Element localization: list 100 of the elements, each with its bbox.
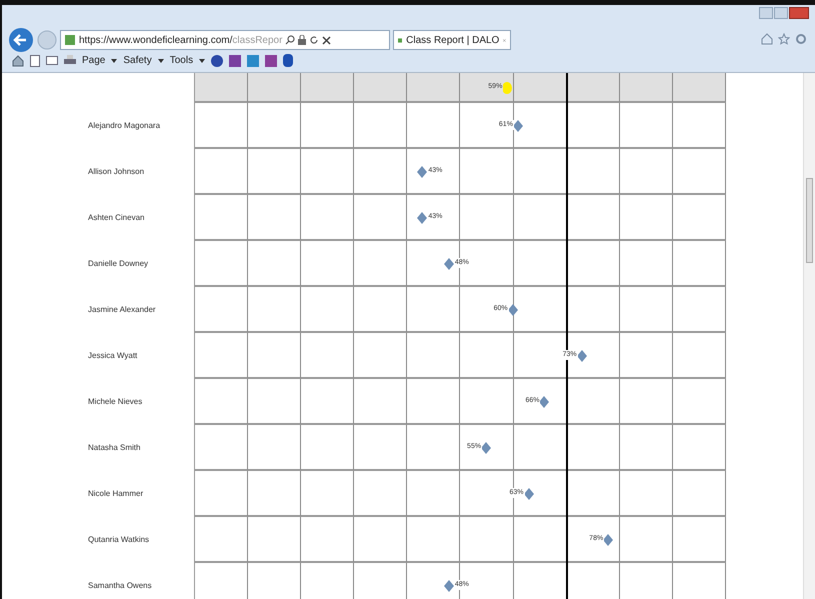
student-name: Ashten Cinevan bbox=[88, 212, 144, 224]
grid-cell bbox=[248, 149, 302, 195]
home-icon[interactable] bbox=[761, 33, 773, 45]
student-name: Nicole Hammer bbox=[88, 488, 144, 500]
grid-cell bbox=[460, 103, 514, 149]
grid-cell bbox=[514, 287, 567, 333]
grid-cell bbox=[301, 471, 354, 517]
grid-cell bbox=[460, 425, 514, 471]
grid-cell bbox=[514, 425, 567, 471]
grid-cell bbox=[248, 333, 302, 379]
grid-cell bbox=[248, 103, 302, 149]
grid-cell bbox=[354, 517, 408, 563]
grid-cell bbox=[620, 195, 673, 241]
header-cell bbox=[514, 73, 567, 103]
grid-cell bbox=[407, 517, 460, 563]
grid-cell bbox=[301, 333, 354, 379]
stop-icon[interactable] bbox=[322, 36, 332, 44]
grid-cell bbox=[620, 287, 673, 333]
grid-cell bbox=[354, 471, 408, 517]
student-name: Michele Nieves bbox=[88, 396, 142, 408]
grid-cell bbox=[301, 517, 354, 563]
header-cell bbox=[354, 73, 408, 103]
grid-cell bbox=[354, 425, 408, 471]
address-field[interactable]: https://www.wondeficlearning.com/classRepor bbox=[60, 30, 390, 50]
grid-cell bbox=[672, 287, 726, 333]
grid-cell bbox=[194, 241, 248, 287]
student-name: Qutanria Watkins bbox=[88, 534, 150, 546]
grid-cell bbox=[407, 425, 460, 471]
grid-cell bbox=[354, 241, 408, 287]
grid-cell bbox=[566, 149, 620, 195]
search-icon[interactable] bbox=[285, 35, 296, 45]
home-icon[interactable] bbox=[12, 54, 24, 66]
grid-cell bbox=[354, 103, 408, 149]
student-name: Jessica Wyatt bbox=[88, 350, 138, 362]
grid-cell bbox=[460, 517, 514, 563]
star-icon[interactable] bbox=[778, 33, 790, 45]
grid-cell bbox=[354, 149, 408, 195]
grid-cell bbox=[672, 241, 726, 287]
grid-cell bbox=[194, 287, 248, 333]
grid-cell bbox=[460, 149, 514, 195]
caret-icon bbox=[111, 58, 118, 62]
grid-cell bbox=[514, 149, 567, 195]
grid-cell bbox=[460, 195, 514, 241]
scrollbar-thumb[interactable] bbox=[806, 178, 813, 263]
grid-cell bbox=[407, 195, 460, 241]
grid-cell bbox=[620, 379, 673, 425]
grid-cell bbox=[194, 517, 248, 563]
browser-tab[interactable]: Class Report | DALO bbox=[393, 30, 511, 50]
grid-cell bbox=[672, 517, 726, 563]
grid-cell bbox=[194, 333, 248, 379]
lock-icon bbox=[298, 35, 306, 45]
grid-cell bbox=[620, 425, 673, 471]
grid-cell bbox=[354, 333, 408, 379]
refresh-icon[interactable] bbox=[309, 35, 320, 45]
grid-cell bbox=[407, 103, 460, 149]
header-cell bbox=[194, 73, 248, 103]
toolbar-menu[interactable]: Page bbox=[82, 53, 106, 68]
grid-cell bbox=[301, 379, 354, 425]
grid-cell bbox=[301, 195, 354, 241]
grid-cell bbox=[194, 379, 248, 425]
header-cell bbox=[407, 73, 460, 103]
caret-icon bbox=[158, 58, 164, 62]
caret-icon bbox=[199, 58, 206, 62]
scrollbar[interactable] bbox=[803, 73, 815, 599]
student-name: Natasha Smith bbox=[88, 442, 140, 454]
grid-cell bbox=[407, 471, 460, 517]
grid-cell bbox=[620, 471, 673, 517]
student-name: Alejandro Magonara bbox=[88, 120, 160, 132]
toolbar-menu[interactable]: Safety bbox=[123, 53, 152, 68]
grid-cell bbox=[194, 563, 248, 599]
grid-cell bbox=[301, 287, 354, 333]
grid-cell bbox=[514, 103, 567, 149]
grid-cell bbox=[301, 103, 354, 149]
grid-cell bbox=[407, 333, 460, 379]
grid-cell bbox=[301, 425, 354, 471]
document-icon[interactable] bbox=[30, 54, 40, 66]
grid-cell bbox=[248, 379, 302, 425]
student-name: Samantha Owens bbox=[88, 580, 152, 592]
grid-cell bbox=[566, 471, 620, 517]
grid-cell bbox=[460, 379, 514, 425]
back-icon[interactable] bbox=[8, 27, 34, 53]
toolbar-menu[interactable]: Tools bbox=[170, 53, 194, 68]
printer-icon[interactable] bbox=[64, 55, 76, 66]
grid-cell bbox=[248, 471, 302, 517]
grid-cell bbox=[620, 149, 673, 195]
close-icon[interactable] bbox=[503, 36, 506, 44]
grid-cell bbox=[620, 103, 673, 149]
grid-cell bbox=[620, 517, 673, 563]
grid-cell bbox=[566, 425, 620, 471]
grid-cell bbox=[672, 471, 726, 517]
page-icon bbox=[64, 34, 76, 46]
grid-cell bbox=[248, 425, 302, 471]
grid-cell bbox=[354, 195, 408, 241]
student-name: Allison Johnson bbox=[88, 166, 144, 178]
grid-cell bbox=[566, 241, 620, 287]
grid-cell bbox=[301, 149, 354, 195]
grid-cell bbox=[514, 195, 567, 241]
grid-cell bbox=[672, 103, 726, 149]
url-text: https://www.wondeficlearning.com/classRepor bbox=[79, 34, 282, 48]
grid-cell bbox=[194, 425, 248, 471]
